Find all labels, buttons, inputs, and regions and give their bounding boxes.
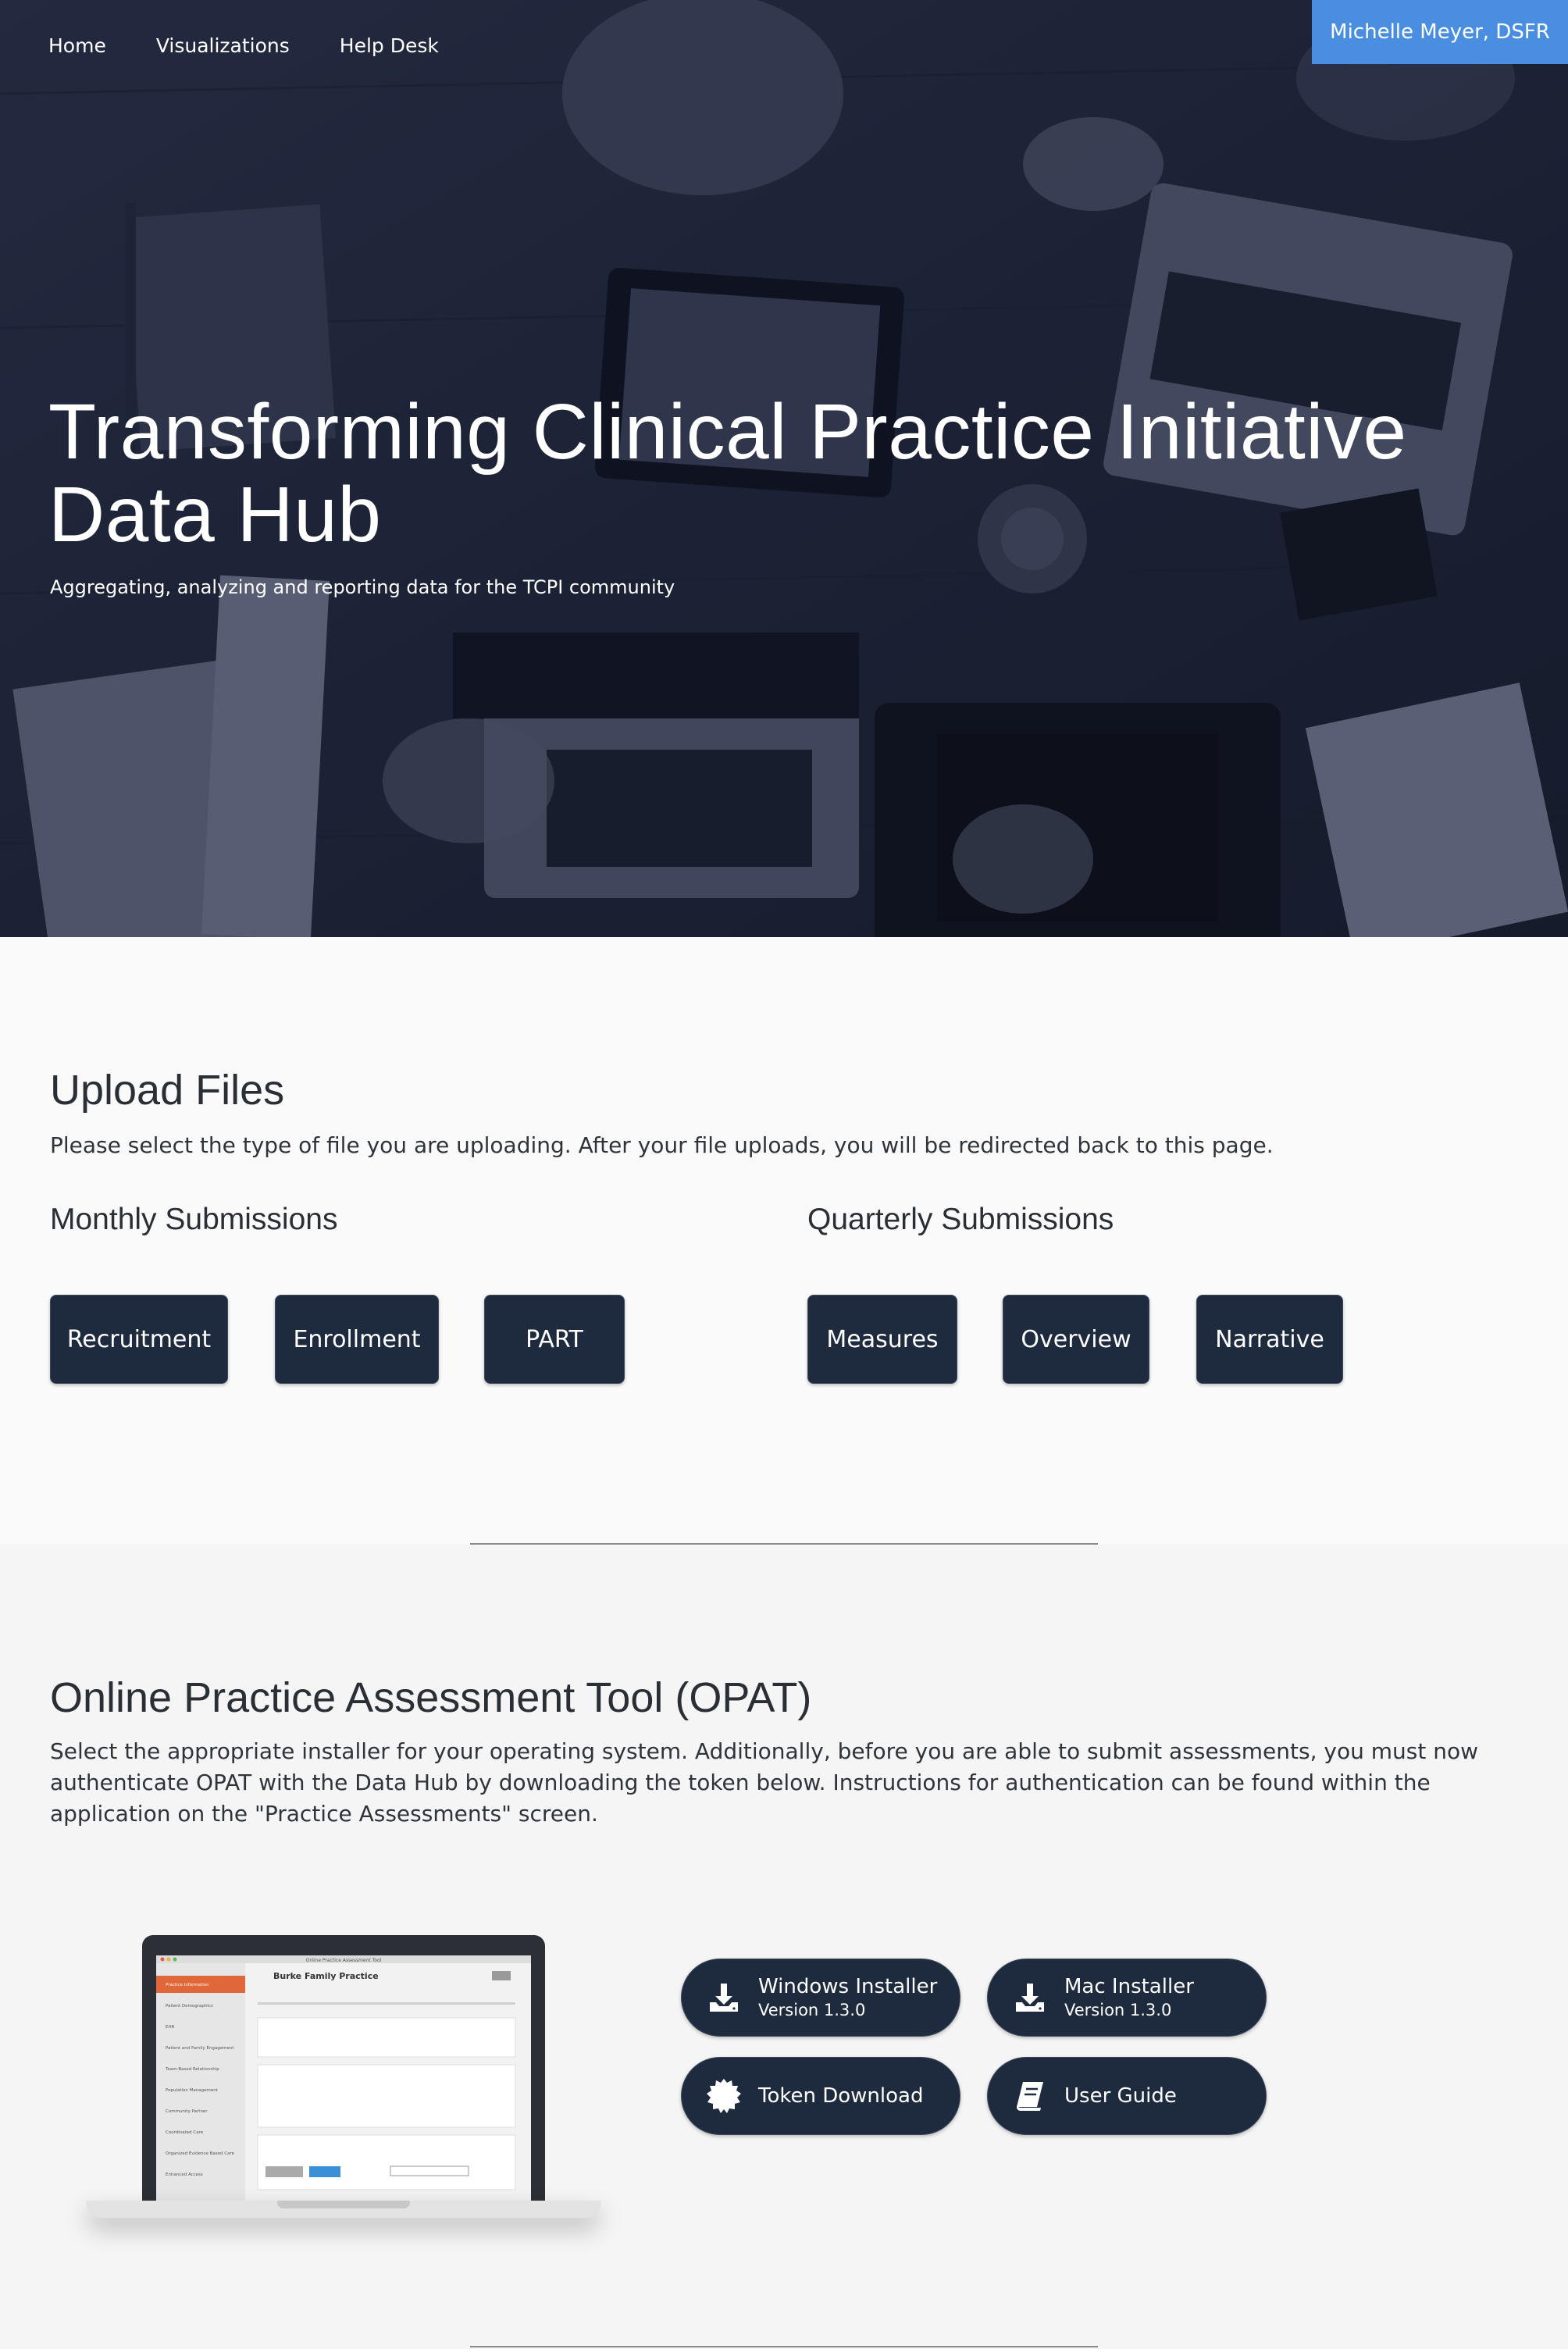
token-download-button[interactable]: Token Download: [681, 2057, 960, 2135]
app-window-title: Online Practice Assessment Tool: [306, 1958, 382, 1963]
recruitment-button[interactable]: Recruitment: [50, 1295, 228, 1384]
upload-files-description: Please select the type of file you are u…: [50, 1132, 1274, 1158]
app-sidebar-item: Enhanced Access: [166, 2173, 203, 2177]
nav-home-link[interactable]: Home: [48, 31, 106, 60]
windows-installer-button[interactable]: Windows Installer Version 1.3.0: [681, 1959, 960, 2037]
page-title-line2: Data Hub: [48, 471, 382, 558]
measures-button[interactable]: Measures: [807, 1295, 957, 1384]
app-practice-name: Burke Family Practice: [273, 1971, 379, 1981]
page-subtitle: Aggregating, analyzing and reporting dat…: [50, 576, 675, 598]
user-menu-button[interactable]: Michelle Meyer, DSFR: [1312, 0, 1568, 64]
upload-files-heading: Upload Files: [50, 1067, 285, 1114]
windows-installer-label: Windows Installer: [758, 1975, 938, 1998]
download-icon: [705, 1979, 743, 2016]
monthly-submissions-heading: Monthly Submissions: [50, 1203, 338, 1236]
upload-files-section: Upload Files Please select the type of f…: [0, 937, 1568, 1545]
user-guide-label: User Guide: [1064, 2084, 1177, 2108]
hero-section: Home Visualizations Help Desk Michelle M…: [0, 0, 1568, 937]
quarterly-submissions-heading: Quarterly Submissions: [807, 1203, 1114, 1236]
app-sidebar-item: Coordinated Care: [166, 2130, 204, 2135]
opat-description: Select the appropriate installer for you…: [50, 1738, 1479, 1827]
windows-installer-version: Version 1.3.0: [758, 2001, 866, 2019]
app-sidebar-item: Practice Information: [166, 1983, 209, 1987]
part-button[interactable]: PART: [484, 1295, 625, 1384]
app-sidebar-item: Team-Based Relationship: [165, 2067, 219, 2072]
overview-button[interactable]: Overview: [1003, 1295, 1149, 1384]
page-title: Transforming Clinical Practice Initiativ…: [48, 390, 1516, 556]
mac-installer-button[interactable]: Mac Installer Version 1.3.0: [987, 1959, 1267, 2037]
download-icon: [1011, 1979, 1049, 2016]
badge-icon: [705, 2077, 743, 2115]
mac-installer-label: Mac Installer: [1064, 1975, 1194, 1998]
enrollment-button[interactable]: Enrollment: [275, 1295, 439, 1384]
app-sidebar-item: Population Management: [166, 2088, 219, 2093]
top-nav: Home Visualizations Help Desk: [48, 31, 489, 60]
token-download-label: Token Download: [758, 2084, 924, 2108]
user-guide-button[interactable]: User Guide: [987, 2057, 1267, 2135]
app-sidebar-item: Patient Demographics: [166, 2004, 213, 2009]
laptop-screen: Online Practice Assessment Tool Practice…: [156, 1955, 531, 2201]
app-sidebar-item: EHR: [166, 2025, 175, 2030]
laptop-screenshot-image: Online Practice Assessment Tool Practice…: [86, 1935, 601, 2232]
opat-heading: Online Practice Assessment Tool (OPAT): [50, 1674, 812, 1721]
section-divider-bottom: [470, 2346, 1098, 2347]
app-sidebar-item: Patient and Family Engagement: [166, 2046, 234, 2051]
book-icon: [1011, 2077, 1049, 2115]
app-sidebar-item: Community Partner: [166, 2109, 208, 2114]
laptop-notch: [277, 2201, 410, 2208]
mac-installer-version: Version 1.3.0: [1064, 2001, 1172, 2019]
app-sidebar-item: Organized Evidence Based Care: [166, 2151, 235, 2156]
narrative-button[interactable]: Narrative: [1196, 1295, 1343, 1384]
nav-help-desk-link[interactable]: Help Desk: [340, 31, 439, 60]
opat-app-preview: Online Practice Assessment Tool Practice…: [156, 1955, 531, 2201]
page-title-line1: Transforming Clinical Practice Initiativ…: [48, 388, 1407, 476]
nav-visualizations-link[interactable]: Visualizations: [156, 31, 290, 60]
